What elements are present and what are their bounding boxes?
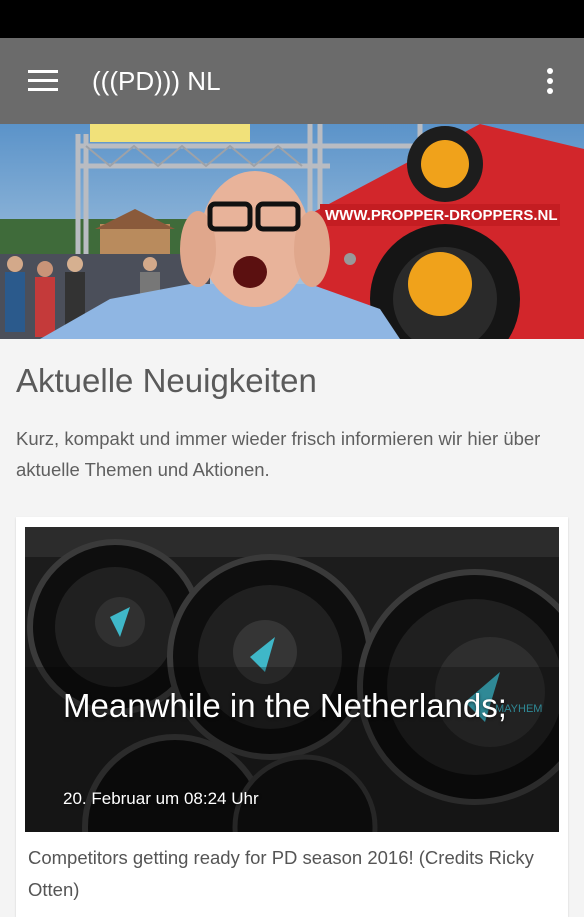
news-image: MAYHEM Meanwhile in the Netherlands; 20.… bbox=[25, 527, 559, 832]
news-text: Competitors getting ready for PD season … bbox=[28, 847, 534, 900]
subwoofer-photo: MAYHEM bbox=[25, 527, 559, 832]
hero-image: WWW.PROPPER-DROPPERS.NL bbox=[0, 124, 584, 339]
news-card[interactable]: MAYHEM Meanwhile in the Netherlands; 20.… bbox=[16, 517, 568, 917]
news-date: 20. Februar um 08:24 Uhr bbox=[63, 789, 259, 808]
section-title: Aktuelle Neuigkeiten bbox=[16, 362, 317, 399]
hero-banner-text: WWW.PROPPER-DROPPERS.NL bbox=[325, 207, 558, 224]
news-headline[interactable]: Meanwhile in the Netherlands; bbox=[63, 682, 523, 729]
status-bar bbox=[0, 0, 584, 38]
hero-photo: WWW.PROPPER-DROPPERS.NL bbox=[0, 124, 584, 339]
hamburger-menu-icon[interactable] bbox=[28, 70, 58, 92]
section-description: Kurz, kompakt und immer wieder frisch in… bbox=[16, 428, 541, 480]
app-title: (((PD))) NL bbox=[92, 66, 221, 96]
more-vert-icon[interactable] bbox=[540, 66, 560, 96]
app-bar: (((PD))) NL bbox=[0, 38, 584, 124]
